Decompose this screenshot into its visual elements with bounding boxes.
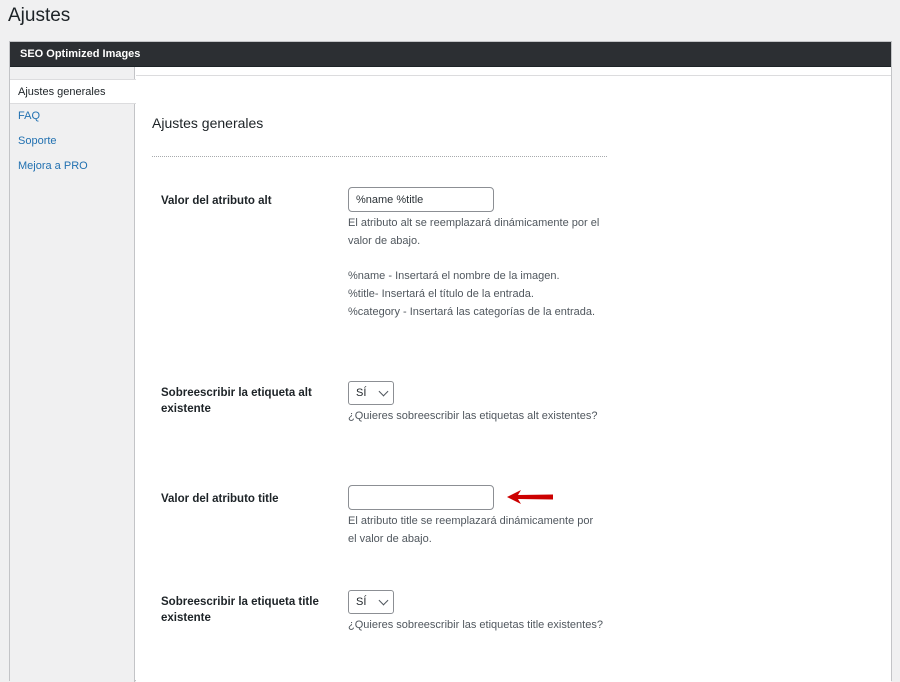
sidebar-item-mejora-pro[interactable]: Mejora a PRO (10, 154, 134, 179)
settings-panel: SEO Optimized Images Ajustes generales F… (9, 41, 892, 682)
plugin-header: SEO Optimized Images (10, 42, 891, 67)
panel-body: Ajustes generales FAQ Soporte Mejora a P… (10, 67, 891, 682)
chevron-down-icon (378, 386, 389, 397)
section-divider (152, 156, 607, 157)
sidebar-item-faq[interactable]: FAQ (10, 104, 134, 129)
alt-value-desc-text: El atributo alt se reemplazará dinámicam… (348, 217, 600, 247)
alt-override-label: Sobreescribir la etiqueta alt existente (161, 387, 312, 415)
section-title: Ajustes generales (152, 115, 264, 131)
title-override-description: ¿Quieres sobreescribir las etiquetas tit… (348, 619, 603, 631)
alt-override-select[interactable]: SÍ (348, 381, 394, 405)
main-content: Ajustes generales Valor del atributo alt… (136, 67, 891, 682)
sidebar-item-soporte[interactable]: Soporte (10, 129, 134, 154)
title-override-field-group: SÍ ¿Quieres sobreescribir las etiquetas … (348, 590, 608, 634)
alt-value-field-group: El atributo alt se reemplazará dinámicam… (348, 187, 608, 321)
title-value-input[interactable] (348, 485, 494, 510)
alt-override-description: ¿Quieres sobreescribir las etiquetas alt… (348, 410, 598, 422)
sidebar-item-ajustes-generales[interactable]: Ajustes generales (10, 79, 136, 104)
alt-override-selected: SÍ (356, 387, 367, 399)
alt-value-input[interactable] (348, 187, 494, 212)
alt-help-category: %category - Insertará las categorías de … (348, 306, 596, 318)
alt-override-field-group: SÍ ¿Quieres sobreescribir las etiquetas … (348, 381, 608, 425)
chevron-down-icon (378, 595, 389, 606)
title-override-selected: SÍ (356, 596, 367, 608)
title-override-select[interactable]: SÍ (348, 590, 394, 614)
title-value-field-group: El atributo title se reemplazará dinámic… (348, 485, 608, 548)
alt-help-title: %title- Insertará el título de la entrad… (348, 288, 534, 300)
sidebar-nav: Ajustes generales FAQ Soporte Mejora a P… (10, 79, 136, 179)
alt-help-name: %name - Insertará el nombre de la imagen… (348, 270, 560, 282)
title-override-label: Sobreescribir la etiqueta title existent… (161, 596, 319, 624)
red-arrow-icon (507, 490, 553, 504)
alt-value-label: Valor del atributo alt (161, 195, 272, 207)
title-value-label: Valor del atributo title (161, 493, 279, 505)
alt-value-description: El atributo alt se reemplazará dinámicam… (348, 214, 603, 321)
divider (136, 75, 891, 76)
title-value-description: El atributo title se reemplazará dinámic… (348, 515, 594, 545)
sidebar: Ajustes generales FAQ Soporte Mejora a P… (10, 67, 136, 682)
page-title: Ajustes (8, 5, 71, 26)
